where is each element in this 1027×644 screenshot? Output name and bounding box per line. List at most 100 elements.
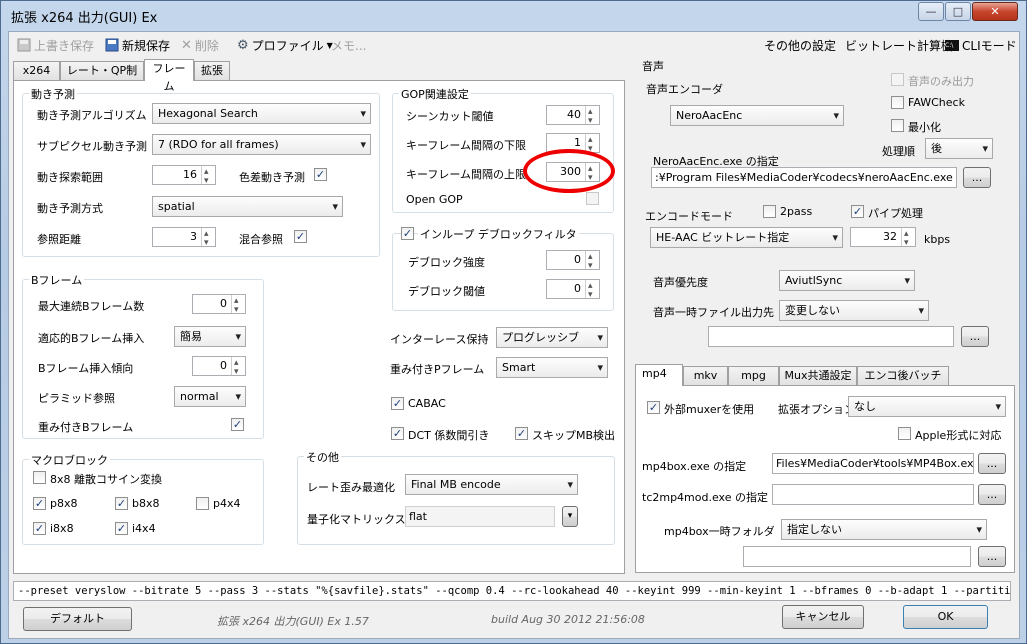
cabac-checkbox[interactable]: ✓ [391, 397, 404, 410]
mp4box-tempfolder-browse-button[interactable]: ... [978, 546, 1006, 567]
audio-bitrate-spinner[interactable] [901, 225, 915, 252]
twopass-checkbox[interactable] [763, 205, 776, 218]
audio-temp-path-input[interactable] [708, 326, 954, 347]
memo-button[interactable]: メモ... [331, 36, 366, 54]
minimize-checkbox[interactable] [891, 119, 904, 132]
motion-algo-select[interactable]: Hexagonal Search [152, 103, 371, 124]
audio-exe-browse-button[interactable]: ... [963, 167, 991, 188]
mp4box-path-input[interactable]: Files¥MediaCoder¥tools¥MP4Box.exe [772, 453, 974, 474]
audio-temp-label: 音声一時ファイル出力先 [653, 306, 774, 319]
weighted-b-checkbox[interactable]: ✓ [231, 418, 244, 431]
dct8x8-checkbox[interactable] [33, 471, 46, 484]
bframes-max-input[interactable]: 0 [192, 292, 246, 319]
close-button[interactable]: ✕ [972, 2, 1018, 21]
weightp-select[interactable]: Smart [496, 357, 608, 378]
default-button[interactable]: デフォルト [23, 607, 132, 631]
search-range-label: 動き探索範囲 [37, 171, 103, 184]
b-bias-spinner[interactable] [231, 354, 245, 381]
tab-mpg[interactable]: mpg [728, 366, 779, 386]
minimize-button[interactable]: — [918, 2, 944, 21]
audio-bitrate-input[interactable]: 32 [850, 225, 916, 252]
b-adapt-select[interactable]: 簡易 [174, 326, 246, 347]
tab-mkv[interactable]: mkv [683, 366, 728, 386]
cli-mode-button[interactable]: C:\ CLIモード [945, 36, 1017, 54]
overwrite-save-button[interactable]: 上書き保存 [17, 36, 94, 54]
keyint-min-value: 1 [574, 136, 581, 149]
audio-mode-select[interactable]: HE-AAC ビットレート指定 [650, 227, 843, 248]
cancel-button[interactable]: キャンセル [782, 605, 864, 629]
deblock-checkbox[interactable]: ✓ [401, 227, 414, 240]
new-save-button[interactable]: 新規保存 [105, 36, 170, 54]
command-line-preview[interactable]: --preset veryslow --bitrate 5 --pass 3 -… [13, 581, 1011, 601]
apple-label: Apple形式に対応 [915, 429, 1002, 442]
deblock-threshold-input[interactable]: 0 [546, 277, 600, 304]
p8x8-checkbox[interactable]: ✓ [33, 497, 46, 510]
mp4box-label: mp4box.exe の指定 [642, 460, 747, 473]
ref-frames-spinner[interactable] [201, 225, 215, 252]
tab-extended[interactable]: 拡張 [194, 61, 230, 81]
external-muxer-checkbox[interactable]: ✓ [647, 401, 660, 414]
audio-priority-select[interactable]: AviutlSync [779, 270, 915, 291]
process-order-select[interactable]: 後 [925, 138, 993, 159]
audio-encoder-select[interactable]: NeroAacEnc [670, 105, 844, 126]
interlace-select[interactable]: プログレッシブ [496, 327, 608, 348]
cqm-dropdown-button[interactable]: ▾ [562, 506, 578, 527]
delete-button[interactable]: ✕ 削除 [181, 36, 219, 54]
scenecut-input[interactable]: 40 [546, 103, 600, 130]
ok-button[interactable]: OK [903, 605, 988, 629]
tc2mp4-path-input[interactable] [772, 484, 974, 505]
cqm-input[interactable]: flat [405, 506, 555, 527]
search-range-input[interactable]: 16 [152, 163, 216, 190]
tab-post-batch[interactable]: エンコ後バッチ処理 [857, 366, 949, 400]
other-settings-button[interactable]: その他の設定 [764, 36, 836, 54]
direct-mode-select[interactable]: spatial [152, 196, 343, 217]
b-bias-input[interactable]: 0 [192, 354, 246, 381]
tab-frame[interactable]: フレーム [144, 59, 194, 93]
deblock-strength-input[interactable]: 0 [546, 248, 600, 275]
dct-decimate-checkbox[interactable]: ✓ [391, 427, 404, 440]
trellis-select[interactable]: Final MB encode [405, 474, 578, 495]
tab-mux-common[interactable]: Mux共通設定 [779, 366, 857, 386]
search-range-spinner[interactable] [201, 163, 215, 190]
mp4box-browse-button[interactable]: ... [978, 453, 1006, 474]
bitrate-calc-button[interactable]: ビットレート計算機 [845, 36, 953, 54]
b-pyramid-label: ピラミッド参照 [38, 392, 115, 405]
audio-exe-path-input[interactable]: :¥Program Files¥MediaCoder¥codecs¥neroAa… [651, 167, 957, 188]
i4x4-checkbox[interactable]: ✓ [115, 522, 128, 535]
tab-rate-qp[interactable]: レート・QP制御 [60, 61, 144, 95]
faw-check-checkbox[interactable] [891, 96, 904, 109]
keyint-max-label: キーフレーム間隔の上限 [406, 168, 527, 181]
tc2mp4-browse-button[interactable]: ... [978, 484, 1006, 505]
mp4box-tempfolder-select[interactable]: 指定しない [781, 519, 987, 540]
tab-mp4[interactable]: mp4 [635, 364, 683, 386]
p4x4-checkbox[interactable] [196, 497, 209, 510]
profile-button[interactable]: ⚙ プロファイル ▼ [237, 36, 333, 54]
deblock-strength-spinner[interactable] [585, 248, 599, 275]
maximize-button[interactable]: □ [945, 2, 971, 21]
mp4box-tempfolder-input[interactable] [743, 546, 971, 567]
apple-checkbox[interactable] [898, 427, 911, 440]
bframes-max-spinner[interactable] [231, 292, 245, 319]
keyint-min-spinner[interactable] [585, 131, 599, 158]
i8x8-checkbox[interactable]: ✓ [33, 522, 46, 535]
mixed-refs-checkbox[interactable]: ✓ [294, 230, 307, 243]
pipe-checkbox[interactable]: ✓ [851, 205, 864, 218]
deblock-threshold-spinner[interactable] [585, 277, 599, 304]
subpel-select[interactable]: 7 (RDO for all frames) [152, 134, 371, 155]
external-muxer-label: 外部muxerを使用 [664, 403, 755, 416]
open-gop-checkbox[interactable] [586, 192, 599, 205]
ref-frames-input[interactable]: 3 [152, 225, 216, 252]
console-icon: C:\ [945, 39, 959, 51]
deblock-strength-value: 0 [574, 253, 581, 266]
b8x8-checkbox[interactable]: ✓ [115, 497, 128, 510]
chroma-me-checkbox[interactable]: ✓ [314, 168, 327, 181]
tab-x264[interactable]: x264 [13, 61, 60, 81]
audio-temp-select[interactable]: 変更しない [779, 300, 929, 321]
audio-temp-browse-button[interactable]: ... [961, 326, 989, 347]
audio-only-checkbox[interactable] [891, 73, 904, 86]
process-order-label: 処理順 [882, 145, 915, 158]
skip-mb-checkbox[interactable]: ✓ [515, 427, 528, 440]
scenecut-spinner[interactable] [585, 103, 599, 130]
b-pyramid-select[interactable]: normal [174, 386, 246, 407]
ext-option-select[interactable]: なし [848, 396, 1006, 417]
